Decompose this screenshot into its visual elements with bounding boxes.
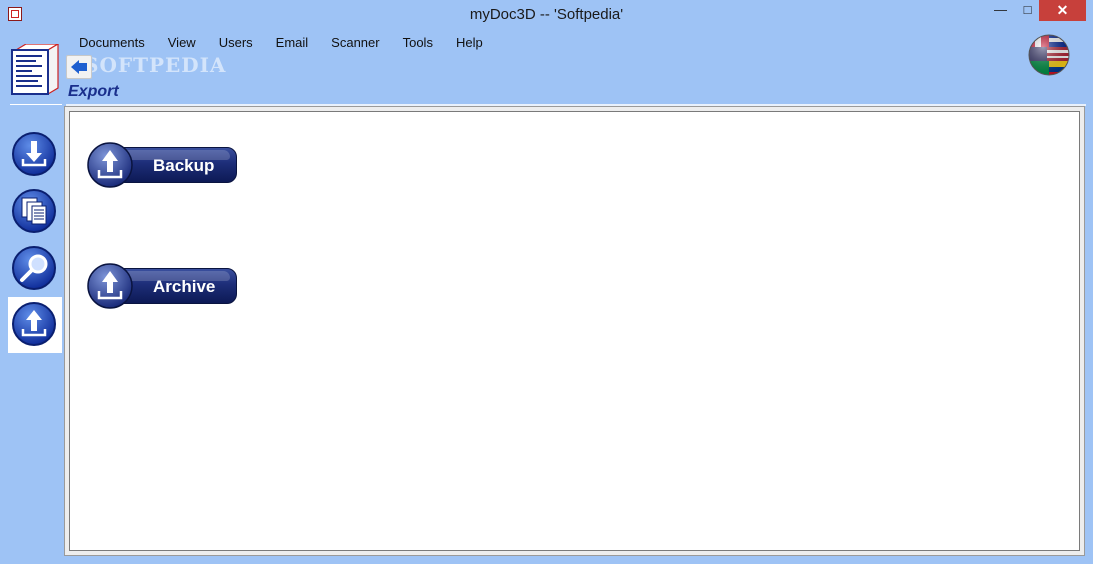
softpedia-watermark: SOFTPEDIA	[84, 53, 227, 77]
upload-icon	[87, 142, 133, 188]
back-arrow-icon	[71, 60, 87, 74]
window-title: myDoc3D -- 'Softpedia'	[469, 6, 624, 23]
menu-bar: Documents View Users Email Scanner Tools…	[66, 34, 493, 52]
back-button[interactable]	[66, 55, 92, 79]
page-title: Export	[68, 83, 119, 100]
sidebar-item-documents[interactable]	[8, 184, 62, 240]
menu-users[interactable]: Users	[206, 34, 263, 52]
sidebar-item-import[interactable]	[8, 127, 62, 183]
upload-icon	[12, 302, 56, 346]
menu-tools[interactable]: Tools	[390, 34, 443, 52]
documents-icon	[12, 189, 56, 233]
maximize-button[interactable]: □	[1014, 0, 1041, 21]
minimize-button[interactable]: —	[987, 0, 1014, 21]
menu-documents[interactable]: Documents	[66, 34, 155, 52]
language-flags-icon[interactable]	[1027, 33, 1071, 77]
close-button[interactable]: ✕	[1039, 0, 1086, 21]
magnifier-icon	[12, 246, 56, 290]
title-bar: myDoc3D -- 'Softpedia' — □ ✕	[0, 0, 1093, 30]
sidebar	[8, 127, 62, 355]
menu-scanner[interactable]: Scanner	[318, 34, 389, 52]
archive-button-label: Archive	[153, 277, 216, 296]
download-icon	[12, 132, 56, 176]
menu-view[interactable]: View	[155, 34, 206, 52]
backup-button-label: Backup	[153, 156, 215, 175]
sidebar-divider	[10, 104, 62, 105]
archive-button[interactable]: Archive	[86, 262, 238, 310]
sidebar-item-export[interactable]	[8, 297, 62, 353]
app-logo	[11, 44, 60, 96]
menu-email[interactable]: Email	[263, 34, 319, 52]
upload-icon	[87, 263, 133, 309]
menu-help[interactable]: Help	[443, 34, 493, 52]
sidebar-item-search[interactable]	[8, 241, 62, 297]
backup-button[interactable]: Backup	[86, 141, 238, 189]
